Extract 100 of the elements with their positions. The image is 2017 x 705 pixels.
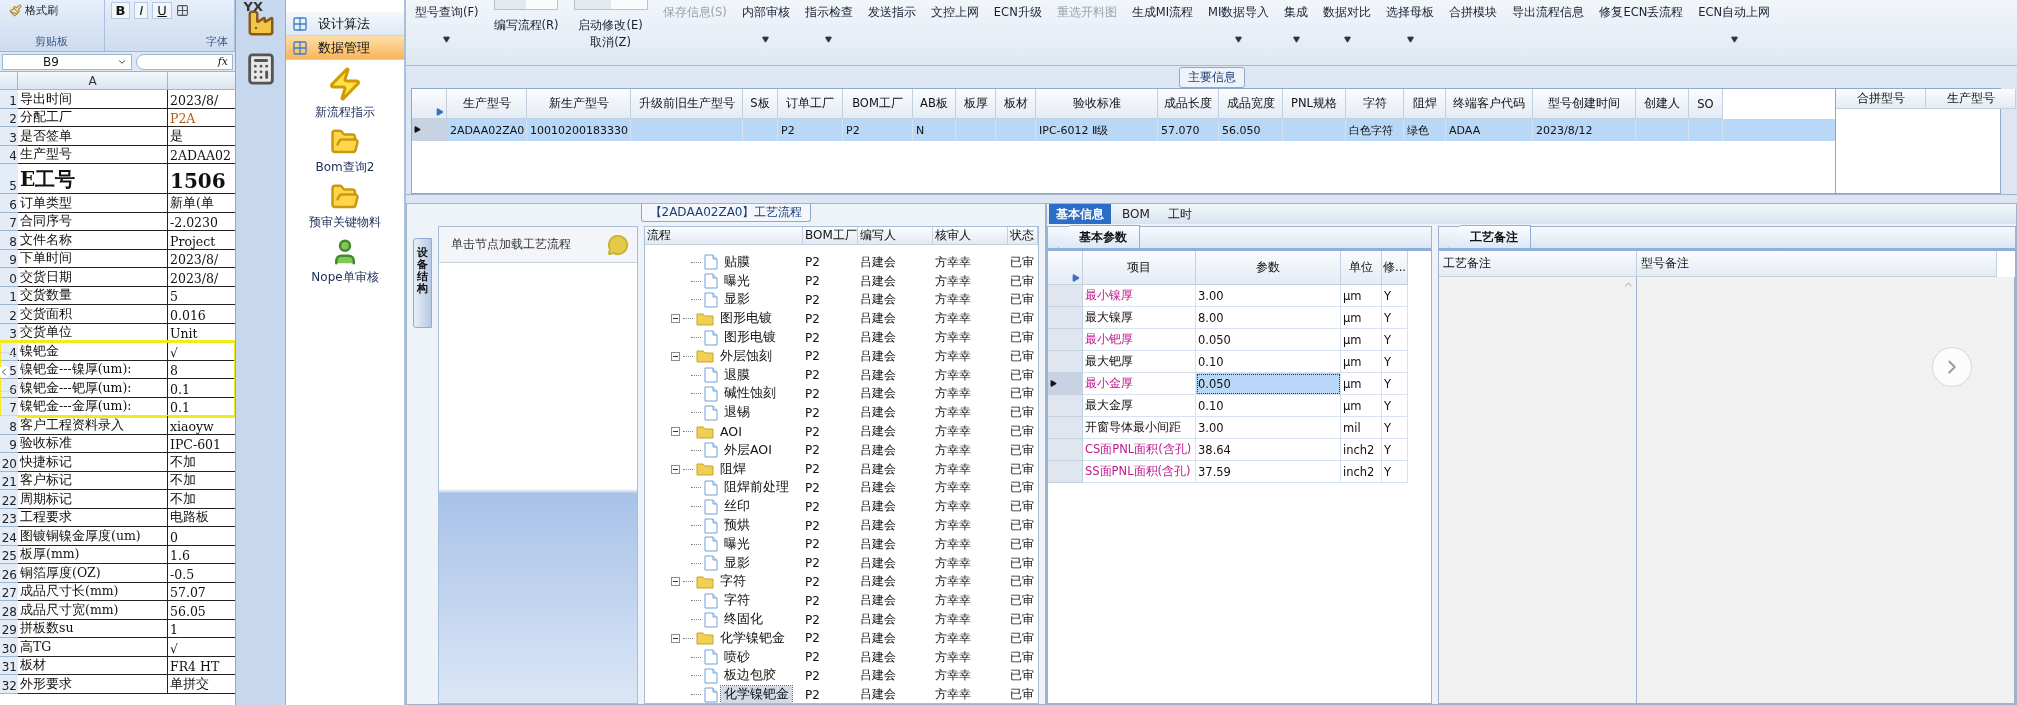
column-header[interactable]: 单位 (1341, 251, 1382, 285)
tree-node[interactable]: 字符 (717, 573, 749, 591)
tree-node[interactable]: 贴膜 (721, 253, 753, 271)
collapse-toggle[interactable] (671, 427, 680, 437)
sheet-cell[interactable]: 快捷标记 (18, 453, 168, 472)
tree-node[interactable]: 字符 (721, 592, 753, 610)
toolbar-button[interactable]: MI数据导入 (1208, 0, 1270, 43)
tree-node[interactable]: 外层AOI (721, 441, 775, 459)
column-header[interactable] (168, 72, 235, 90)
column-header[interactable]: BOM工厂 (803, 227, 858, 244)
sheet-cell[interactable]: 板厚(mm) (18, 545, 168, 564)
column-header[interactable]: SO (1689, 89, 1723, 119)
sheet-cell[interactable]: 客户标记 (18, 471, 168, 490)
column-header[interactable]: BOM工厂 (843, 89, 913, 119)
font-style-button[interactable]: U (152, 2, 172, 19)
sheet-cell[interactable]: 是否签单 (18, 127, 168, 146)
tool-label[interactable]: 预审关键物料 (309, 214, 381, 231)
collapse-toggle[interactable] (671, 351, 680, 361)
sheet-cell[interactable]: 成品尺寸长(mm) (18, 582, 168, 601)
sheet-cell[interactable]: 验收标准 (18, 434, 168, 453)
formula-button[interactable]: fx (136, 53, 233, 70)
tool-label[interactable]: Bom查询2 (315, 159, 375, 176)
table-cell[interactable]: 0.050 (1196, 373, 1341, 395)
sheet-cell[interactable]: E工号 (18, 164, 168, 194)
toolbar-button[interactable]: ECN升级 (993, 0, 1042, 20)
tree-node[interactable]: 退锡 (721, 404, 753, 422)
tree-node[interactable]: AOI (717, 424, 745, 440)
format-painter-button[interactable]: 格式刷 (6, 2, 61, 19)
column-header[interactable]: 字符 (1346, 89, 1404, 119)
tree-node[interactable]: 丝印 (721, 498, 753, 516)
toolbar-button[interactable]: ECN自动上网 (1698, 0, 1771, 43)
nav-section[interactable]: 设计算法 (286, 12, 404, 36)
toolbar-button[interactable]: 数据对比 (1323, 0, 1372, 43)
toolbar-button[interactable]: 选择母板 (1386, 0, 1435, 43)
tree-node[interactable]: 退膜 (721, 366, 753, 384)
column-header[interactable]: PNL规格 (1283, 89, 1346, 119)
collapse-toggle[interactable] (671, 577, 680, 587)
collapse-toggle[interactable] (671, 464, 680, 474)
sheet-cell[interactable]: 订单类型 (18, 194, 168, 213)
tab[interactable]: 基本信息 (1049, 204, 1111, 224)
tree-node[interactable]: 板边包胶 (721, 667, 779, 685)
tree-node[interactable]: 曝光 (721, 272, 753, 290)
column-header[interactable]: 生产型号 (1926, 89, 2016, 109)
sheet-cell[interactable]: 分配工厂 (18, 108, 168, 127)
column-header[interactable]: 项目 (1083, 251, 1196, 285)
toolbar-button[interactable]: 型号查询(F) (415, 0, 479, 43)
tree-node[interactable]: 阻焊 (717, 460, 749, 478)
sheet-cell[interactable]: 导出时间 (18, 90, 168, 109)
sheet-cell[interactable]: 生产型号 (18, 145, 168, 164)
tree-node[interactable]: 碱性蚀刻 (721, 385, 779, 403)
sheet-cell[interactable]: 镍钯金---金厚(um): (18, 397, 168, 416)
tree-node[interactable]: 终固化 (721, 611, 766, 629)
column-header[interactable]: 终端客户代码 (1446, 89, 1533, 119)
column-header[interactable]: 新生产型号 (527, 89, 631, 119)
tree-node[interactable]: 图形电镀 (721, 329, 779, 347)
tool-label[interactable]: Nope单审核 (311, 269, 379, 286)
table-cell[interactable]: 38.64 (1196, 439, 1341, 461)
tree-node[interactable]: 阻焊前处理 (721, 479, 792, 497)
toolbar-button[interactable]: 集成 (1284, 0, 1309, 43)
sheet-cell[interactable]: 镍钯金---镍厚(um): (18, 360, 168, 379)
column-header[interactable]: 型号创建时间 (1533, 89, 1636, 119)
tab[interactable]: BOM (1115, 204, 1157, 224)
tree-node[interactable]: 预烘 (721, 517, 753, 535)
column-header[interactable]: AB板 (913, 89, 956, 119)
table-cell[interactable]: 3.00 (1196, 417, 1341, 439)
sheet-cell[interactable]: 镍钯金---钯厚(um): (18, 379, 168, 398)
sheet-cell[interactable]: 图镀铜镍金厚度(um) (18, 527, 168, 546)
toolbar-button[interactable]: 合拼模块 (1449, 0, 1498, 20)
column-header[interactable]: S板 (743, 89, 778, 119)
column-header[interactable]: 状态 (1008, 227, 1038, 244)
tree-node[interactable]: 化学镍钯金 (717, 629, 788, 647)
factory-logo[interactable]: YX (239, 2, 282, 38)
column-header[interactable]: 创建人 (1636, 89, 1689, 119)
font-style-button[interactable]: I (134, 2, 149, 19)
name-box[interactable]: B9 (2, 53, 132, 70)
column-header[interactable]: 流程 (645, 227, 803, 244)
row-header[interactable] (412, 119, 447, 141)
column-header[interactable]: 工艺备注 (1439, 251, 1637, 277)
collapse-toggle[interactable] (671, 314, 680, 324)
tree-node[interactable]: 外层蚀刻 (717, 347, 775, 365)
column-header[interactable]: 生产型号 (447, 89, 527, 119)
side-tab[interactable]: 设备结构 (413, 238, 432, 328)
tab[interactable]: 基本参数 (1058, 225, 1140, 248)
sheet-cell[interactable]: 文件名称 (18, 231, 168, 250)
column-header[interactable]: 板材 (996, 89, 1036, 119)
table-cell[interactable]: 37.59 (1196, 461, 1341, 483)
column-header[interactable]: 合拼型号 (1836, 89, 1926, 109)
table-cell[interactable]: 0.10 (1196, 395, 1341, 417)
toolbar-button[interactable]: 文控上网 (930, 0, 979, 20)
toolbar-button[interactable]: 编写流程(R) (493, 0, 559, 33)
sheet-cell[interactable]: 交货日期 (18, 268, 168, 287)
table-row[interactable]: 2ADAA02ZA0 10010200183330 P2 P2 N IPC-6012 Ⅱ级 57.070 56.050 白色字符 绿色 ADAA 2023/8/12 (412, 119, 1835, 141)
column-header[interactable]: 验收标准 (1036, 89, 1158, 119)
sheet-cell[interactable]: 交货面积 (18, 305, 168, 324)
column-header[interactable]: A (18, 72, 168, 90)
row-header[interactable] (1048, 373, 1083, 395)
column-header[interactable]: 核审人 (933, 227, 1008, 244)
toolbar-button[interactable]: 启动修改(E) 取消(Z) (573, 0, 648, 50)
tree-node[interactable]: 图形电镀 (717, 310, 775, 328)
column-header[interactable]: 阻焊 (1404, 89, 1446, 119)
